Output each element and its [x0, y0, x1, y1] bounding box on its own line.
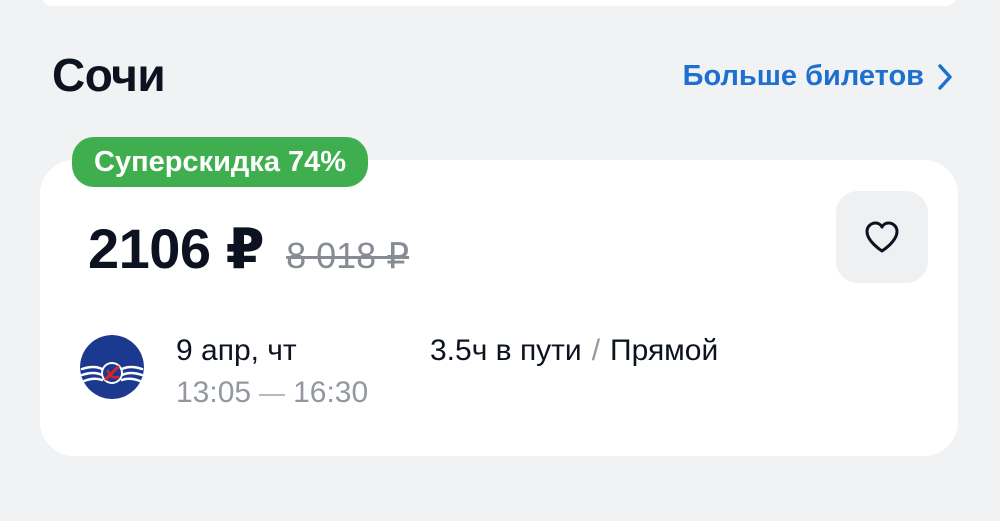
heart-icon [865, 221, 899, 253]
price-row: 2106 ₽ 8 018 ₽ [88, 216, 409, 282]
departure-time: 13:05 [176, 376, 252, 409]
flight-times: 13:05 16:30 [176, 376, 368, 410]
duration-separator: / [591, 334, 601, 367]
section-title: Сочи [52, 49, 166, 101]
route-type: Прямой [610, 334, 719, 367]
flight-duration: 3.5ч в пути [430, 334, 582, 367]
flight-duration-row: 3.5ч в пути / Прямой [430, 334, 718, 368]
favorite-button[interactable] [836, 191, 928, 283]
discount-badge: Суперскидка 74% [72, 137, 369, 187]
current-price: 2106 ₽ [88, 217, 265, 280]
aeroflot-logo-icon [80, 335, 144, 399]
arrival-time: 16:30 [293, 376, 369, 409]
flight-date: 9 апр, чт [176, 334, 297, 367]
time-dash [259, 394, 286, 396]
chevron-right-icon [938, 63, 952, 90]
airline-logo [80, 335, 144, 399]
more-tickets-link[interactable]: Больше билетов [683, 60, 952, 93]
more-tickets-label: Больше билетов [682, 60, 924, 92]
ticket-card[interactable] [40, 160, 958, 456]
old-price: 8 018 ₽ [286, 235, 410, 276]
previous-card-edge [40, 0, 958, 6]
discount-badge-label: Суперскидка 74% [94, 145, 347, 178]
